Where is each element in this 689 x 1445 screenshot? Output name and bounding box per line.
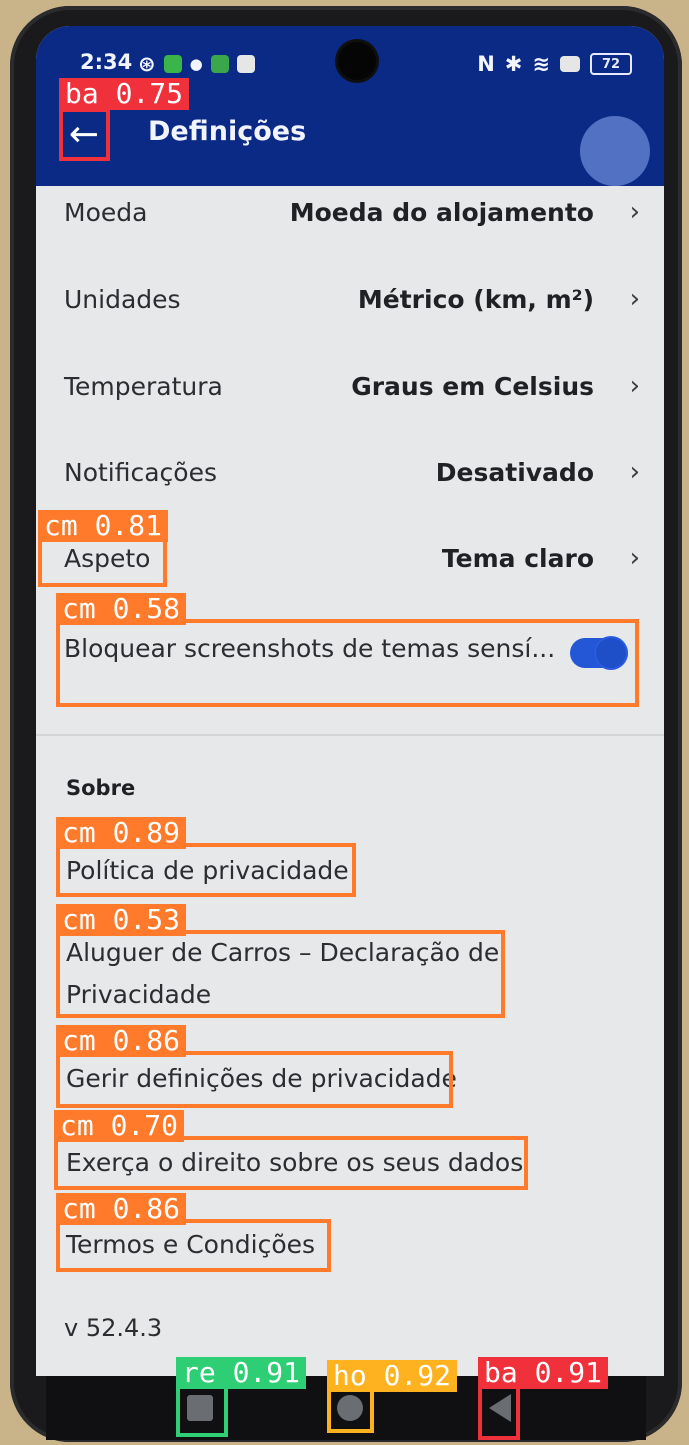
setting-label: Unidades bbox=[64, 285, 181, 314]
sim-icon bbox=[560, 56, 580, 72]
chevron-right-icon: › bbox=[629, 284, 640, 314]
detection-label: cm 0.86 bbox=[56, 1025, 187, 1057]
detection-box-content bbox=[56, 1051, 453, 1108]
app-notification-icon bbox=[163, 55, 182, 73]
section-heading-about: Sobre bbox=[66, 776, 136, 800]
detection-box-back-nav bbox=[478, 1385, 520, 1440]
chevron-right-icon: › bbox=[629, 197, 640, 227]
detection-label: cm 0.89 bbox=[56, 817, 187, 849]
bluetooth-icon: ✱ bbox=[504, 52, 523, 76]
setting-label: Temperatura bbox=[64, 372, 223, 401]
bug-icon: ● bbox=[189, 55, 203, 73]
chevron-right-icon: › bbox=[629, 457, 640, 487]
detection-label: cm 0.53 bbox=[56, 904, 187, 936]
detection-box-content bbox=[56, 843, 356, 897]
vpn-icon: ⊛ bbox=[138, 52, 156, 76]
detection-box-home bbox=[327, 1385, 374, 1433]
detection-label: cm 0.86 bbox=[56, 1193, 187, 1225]
app-version: v 52.4.3 bbox=[64, 1314, 163, 1342]
detection-label: cm 0.58 bbox=[56, 593, 187, 625]
front-camera bbox=[338, 42, 376, 80]
setting-value: Moeda do alojamento bbox=[289, 198, 594, 227]
setting-row-temperature[interactable]: Temperatura Graus em Celsius › bbox=[36, 354, 664, 424]
setting-row-currency[interactable]: Moeda Moeda do alojamento › bbox=[36, 180, 664, 250]
setting-value: Tema claro bbox=[441, 544, 594, 573]
setting-label: Moeda bbox=[64, 198, 148, 227]
status-time: 2:34 bbox=[80, 50, 133, 74]
setting-value: Métrico (km, m²) bbox=[357, 285, 594, 314]
detection-label: ba 0.91 bbox=[478, 1357, 609, 1389]
detection-label: cm 0.81 bbox=[38, 510, 169, 542]
chevron-right-icon: › bbox=[629, 543, 640, 573]
detection-box-content bbox=[56, 1219, 331, 1272]
avatar bbox=[580, 116, 650, 186]
detection-box-back bbox=[59, 108, 110, 161]
app-notification-icon-2 bbox=[210, 55, 229, 73]
setting-row-units[interactable]: Unidades Métrico (km, m²) › bbox=[36, 267, 664, 337]
setting-label: Notificações bbox=[64, 458, 218, 487]
battery-icon: 72 bbox=[590, 53, 632, 75]
setting-row-notifications[interactable]: Notificações Desativado › bbox=[36, 440, 664, 510]
detection-box-recents bbox=[176, 1385, 228, 1437]
setting-value: Graus em Celsius bbox=[351, 372, 594, 401]
wifi-icon: ≋ bbox=[532, 52, 550, 76]
status-icons-right: N ✱ ≋ 72 bbox=[477, 52, 632, 76]
detection-box-content bbox=[56, 930, 505, 1018]
detection-label: ho 0.92 bbox=[327, 1360, 458, 1392]
divider bbox=[36, 734, 664, 736]
message-icon bbox=[236, 55, 255, 73]
detection-box-content bbox=[56, 619, 639, 707]
page-title: Definições bbox=[148, 116, 307, 147]
detection-label: re 0.91 bbox=[176, 1357, 307, 1389]
chevron-right-icon: › bbox=[629, 371, 640, 401]
detection-label: ba 0.75 bbox=[59, 78, 190, 110]
nfc-icon: N bbox=[477, 52, 495, 76]
detection-label: cm 0.70 bbox=[54, 1110, 185, 1142]
setting-value: Desativado bbox=[435, 458, 594, 487]
detection-box-content bbox=[54, 1136, 528, 1190]
status-icons-left: ⊛ ● bbox=[138, 52, 255, 76]
